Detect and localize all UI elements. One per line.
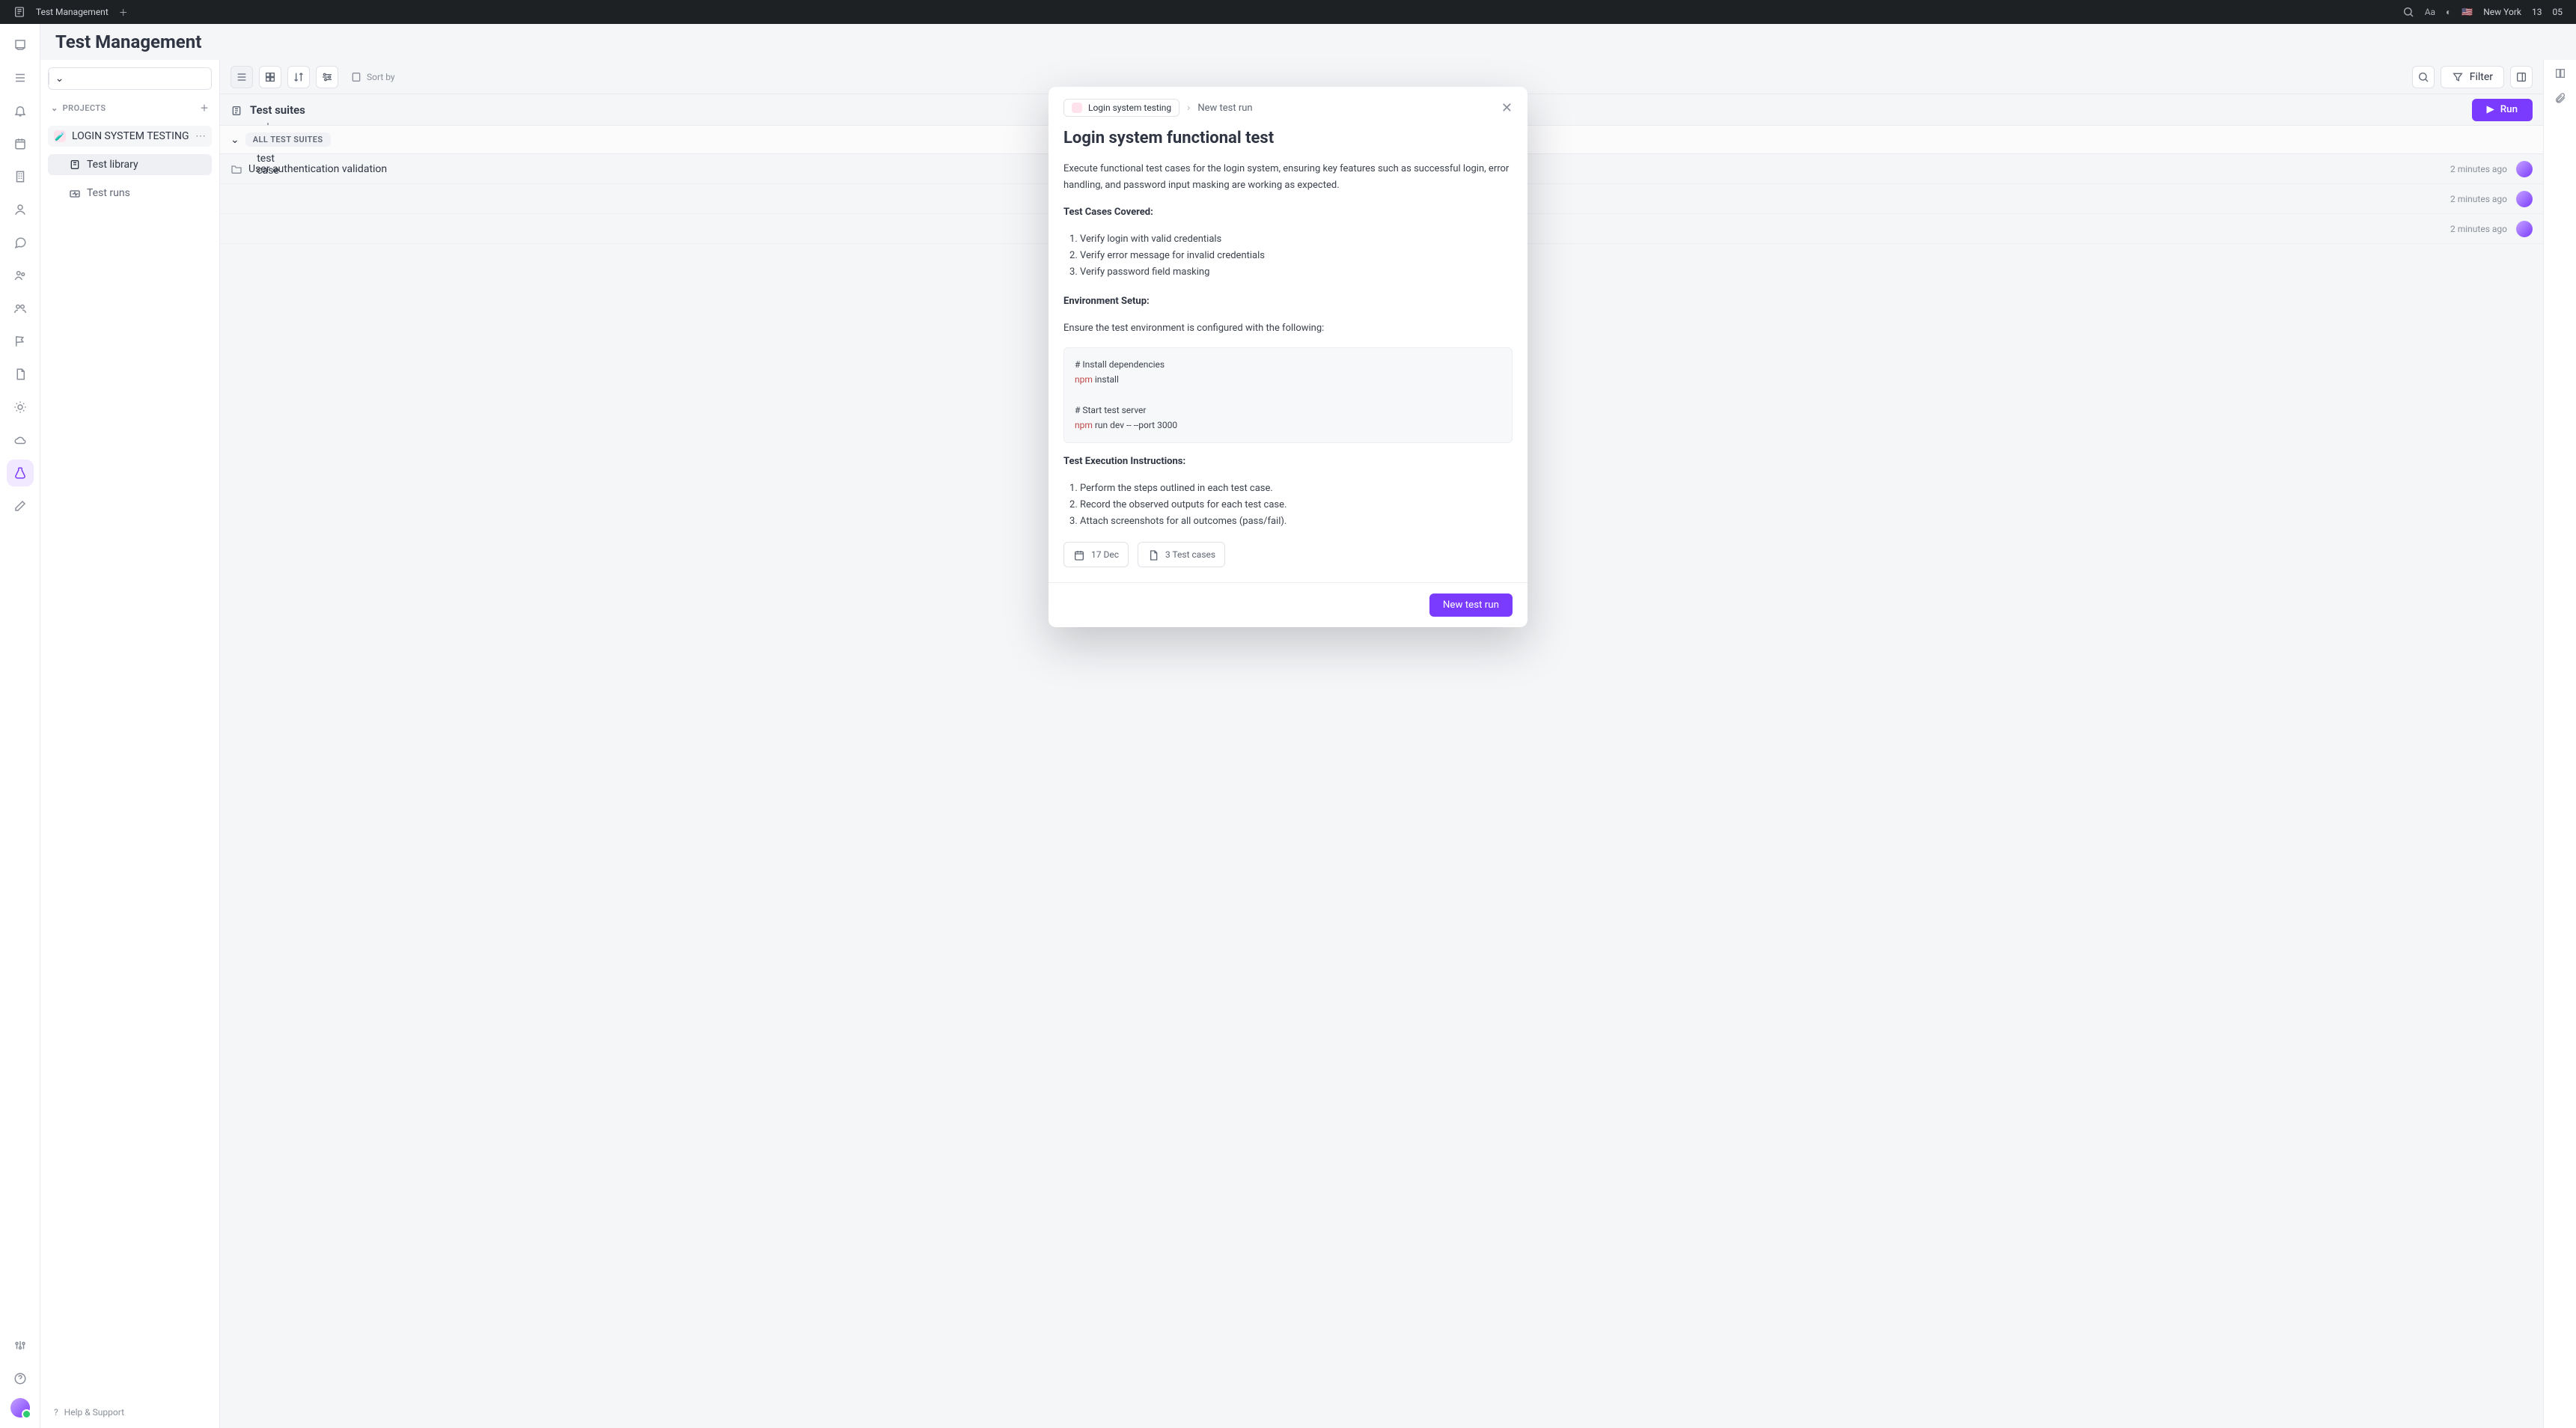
cases-count-pill[interactable]: 3 Test cases — [1138, 542, 1225, 567]
new-test-run-modal: Login system testing › New test run ✕ Lo… — [1049, 87, 1527, 627]
new-test-run-button[interactable]: New test run — [1429, 594, 1513, 617]
list-item: Perform the steps outlined in each test … — [1080, 480, 1513, 497]
exec-steps-list: Perform the steps outlined in each test … — [1063, 480, 1513, 530]
list-item: Verify error message for invalid credent… — [1080, 248, 1513, 264]
modal-breadcrumb-label: New test run — [1197, 103, 1252, 114]
env-text: Ensure the test environment is configure… — [1063, 320, 1513, 337]
search-icon[interactable] — [2402, 6, 2414, 18]
modal-body: Execute functional test cases for the lo… — [1049, 150, 1527, 582]
date-pill-label: 17 Dec — [1091, 547, 1119, 562]
close-icon[interactable]: ✕ — [1501, 100, 1513, 116]
section-env-heading: Environment Setup: — [1063, 296, 1150, 307]
section-cases-heading: Test Cases Covered: — [1063, 207, 1153, 218]
section-exec-heading: Test Execution Instructions: — [1063, 456, 1185, 467]
list-item: Verify login with valid credentials — [1080, 231, 1513, 248]
code-block: # Install dependencies npm install # Sta… — [1063, 347, 1513, 443]
cases-list: Verify login with valid credentials Veri… — [1063, 231, 1513, 281]
flag-icon[interactable]: 🇺🇸 — [2461, 7, 2473, 17]
list-item: Attach screenshots for all outcomes (pas… — [1080, 513, 1513, 530]
calendar-icon — [1073, 547, 1085, 562]
cases-pill-label: 3 Test cases — [1165, 547, 1215, 562]
modal-origin-pill[interactable]: Login system testing — [1063, 99, 1179, 117]
modal-origin-label: Login system testing — [1088, 103, 1171, 113]
list-item: Record the observed outputs for each tes… — [1080, 497, 1513, 513]
app-icon — [13, 6, 25, 18]
modal-intro: Execute functional test cases for the lo… — [1063, 161, 1513, 194]
clock-mm: 05 — [2553, 7, 2563, 17]
modal-header: Login system testing › New test run ✕ — [1049, 87, 1527, 129]
list-item: Verify password field masking — [1080, 264, 1513, 281]
modal-backdrop: Login system testing › New test run ✕ Lo… — [0, 24, 2576, 1428]
modal-title: Login system functional test — [1049, 129, 1527, 150]
project-color-dot — [1072, 103, 1082, 113]
doc-icon — [1147, 547, 1159, 562]
new-tab-icon[interactable]: ＋ — [119, 6, 128, 19]
location-label: New York — [2483, 7, 2521, 17]
font-size-icon[interactable]: Aa — [2425, 7, 2435, 17]
new-test-run-label: New test run — [1443, 599, 1499, 611]
theme-toggle-icon[interactable]: ◐ — [2446, 7, 2451, 17]
date-pill[interactable]: 17 Dec — [1063, 542, 1129, 567]
modal-footer: New test run — [1049, 582, 1527, 627]
app-label: Test Management — [36, 7, 109, 17]
chevron-right-icon: › — [1187, 102, 1190, 114]
clock-hh: 13 — [2532, 7, 2542, 17]
